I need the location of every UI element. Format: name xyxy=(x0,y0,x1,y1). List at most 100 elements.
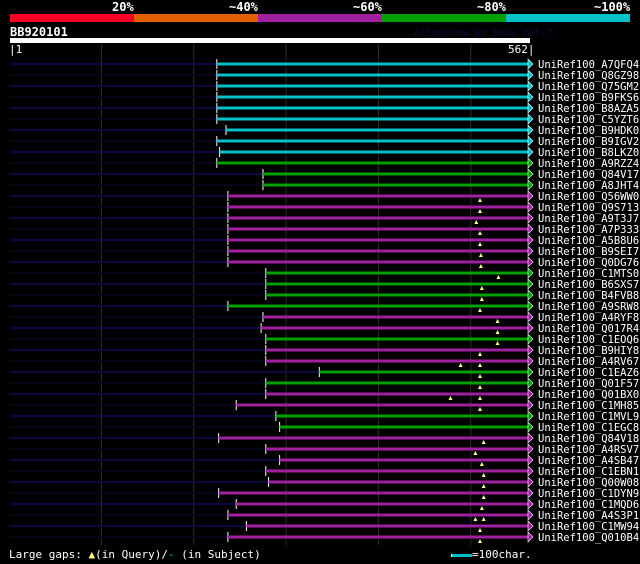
hit-bar xyxy=(216,139,528,143)
hit-bar xyxy=(227,216,528,220)
query-gap-label: (in Query)/ xyxy=(95,548,168,561)
hit-end-arrow xyxy=(527,311,534,323)
hit-end-arrow xyxy=(527,432,534,444)
hit-bar xyxy=(216,106,528,110)
hit-bar xyxy=(227,260,528,264)
hit-bar xyxy=(265,381,528,385)
hit-end-arrow xyxy=(527,113,534,125)
hit-bar xyxy=(227,205,528,209)
hit-end-arrow xyxy=(527,91,534,103)
hit-end-arrow xyxy=(527,69,534,81)
alignment-plot: UniRef100_A7QFQ4UniRef100_Q8GZ98UniRef10… xyxy=(10,44,639,545)
hit-end-arrow xyxy=(527,289,534,301)
query-gap-marker xyxy=(477,352,482,356)
query-gap-marker xyxy=(477,374,482,378)
query-gap-marker xyxy=(477,385,482,389)
query-gap-marker xyxy=(473,451,478,455)
hit-end-arrow xyxy=(527,278,534,290)
hit-bar xyxy=(216,62,528,66)
hit-bar xyxy=(218,491,528,495)
hit-bar xyxy=(227,535,528,539)
hit-bar xyxy=(319,370,528,374)
scale-label: =100char. xyxy=(472,548,532,561)
hit-bar xyxy=(227,194,528,198)
query-gap-marker xyxy=(477,539,482,543)
query-gap-marker xyxy=(495,341,500,345)
hit-bar xyxy=(216,161,528,165)
hit-end-arrow xyxy=(527,256,534,268)
hit-end-arrow xyxy=(527,454,534,466)
hit-bar xyxy=(279,425,528,429)
hit-bar xyxy=(236,502,528,506)
hit-end-arrow xyxy=(527,80,534,92)
query-gap-marker xyxy=(481,517,486,521)
hit-end-arrow xyxy=(527,355,534,367)
query-gap-marker xyxy=(477,363,482,367)
query-gap-marker xyxy=(478,253,483,257)
hit-end-arrow xyxy=(527,102,534,114)
query-gap-marker xyxy=(495,319,500,323)
hit-bar xyxy=(219,150,528,154)
query-gap-marker xyxy=(473,517,478,521)
query-gap-marker xyxy=(477,528,482,532)
hit-bar xyxy=(227,249,528,253)
scale-legend: =100char. xyxy=(451,548,532,561)
hit-label[interactable]: UniRef100_Q010B4 xyxy=(538,532,639,544)
hit-bar xyxy=(265,282,528,286)
query-gap-marker xyxy=(478,264,483,268)
query-gap-marker xyxy=(477,198,482,202)
hit-bar xyxy=(261,326,528,330)
hit-bar xyxy=(265,337,528,341)
hit-end-arrow xyxy=(527,509,534,521)
hit-end-arrow xyxy=(527,366,534,378)
hit-end-arrow xyxy=(527,157,534,169)
query-gap-marker xyxy=(458,363,463,367)
hit-bar xyxy=(275,414,528,418)
hit-bar xyxy=(265,392,528,396)
hit-end-arrow xyxy=(527,531,534,543)
hit-end-arrow xyxy=(527,498,534,510)
subject-gap-icon: - xyxy=(167,548,175,561)
subject-gap-label: (in Subject) xyxy=(181,548,261,561)
scale-bar-icon xyxy=(451,553,472,557)
hit-end-arrow xyxy=(527,399,534,411)
hit-end-arrow xyxy=(527,487,534,499)
hit-bar xyxy=(262,172,528,176)
hit-end-arrow xyxy=(527,344,534,356)
hit-end-arrow xyxy=(527,190,534,202)
hit-bar xyxy=(262,315,528,319)
gap-legend: Large gaps: ▲(in Query)/- (in Subject) xyxy=(9,548,261,561)
query-gap-marker xyxy=(477,396,482,400)
query-gap-marker xyxy=(481,440,486,444)
hit-bar xyxy=(268,480,528,484)
hit-end-arrow xyxy=(527,212,534,224)
hit-bar xyxy=(279,458,528,462)
hit-bar xyxy=(265,348,528,352)
hit-end-arrow xyxy=(527,388,534,400)
query-gap-marker xyxy=(496,275,501,279)
hit-bar xyxy=(227,238,528,242)
hit-end-arrow xyxy=(527,443,534,455)
query-gap-marker xyxy=(477,209,482,213)
hit-end-arrow xyxy=(527,168,534,180)
hit-end-arrow xyxy=(527,201,534,213)
hit-bar xyxy=(227,513,528,517)
hit-bar xyxy=(216,117,528,121)
query-gap-marker xyxy=(479,297,484,301)
query-gap-marker xyxy=(481,484,486,488)
query-gap-marker xyxy=(479,506,484,510)
hit-end-arrow xyxy=(527,245,534,257)
hit-end-arrow xyxy=(527,322,534,334)
hit-end-arrow xyxy=(527,410,534,422)
hit-bar xyxy=(216,73,528,77)
hit-bar xyxy=(236,403,528,407)
hit-end-arrow xyxy=(527,146,534,158)
hit-bar xyxy=(265,447,528,451)
hit-end-arrow xyxy=(527,267,534,279)
query-gap-marker xyxy=(477,242,482,246)
hit-end-arrow xyxy=(527,234,534,246)
hit-bar xyxy=(265,293,528,297)
hit-bar xyxy=(216,95,528,99)
hit-bar xyxy=(227,304,528,308)
hit-bar xyxy=(246,524,528,528)
